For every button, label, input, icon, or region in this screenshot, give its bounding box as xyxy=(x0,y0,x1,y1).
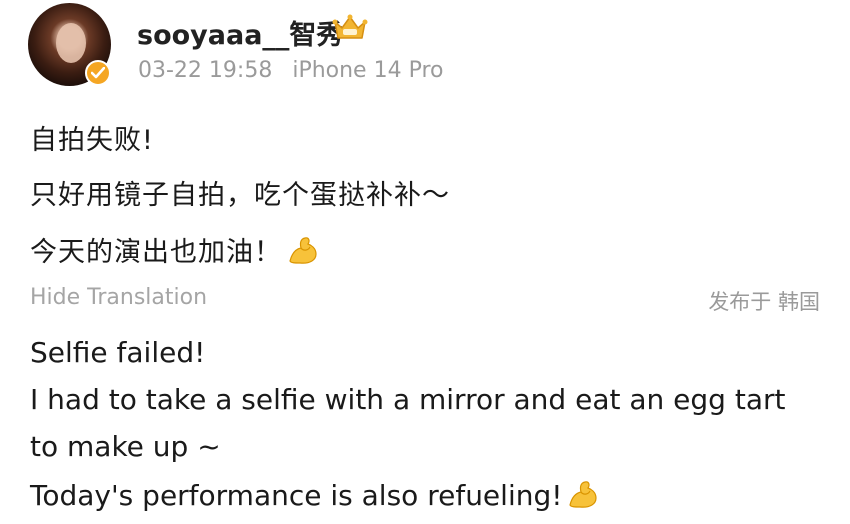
translated-line-4: Today's performance is also refueling! xyxy=(30,477,600,512)
post-device: iPhone 14 Pro xyxy=(292,58,444,83)
original-line-3-text: 今天的演出也加油！ xyxy=(30,237,282,268)
translated-line-3: to make up ~ xyxy=(30,430,221,463)
flexed-biceps-emoji xyxy=(289,237,317,264)
translated-line-4-text: Today's performance is also refueling! xyxy=(30,479,563,512)
flexed-biceps-emoji xyxy=(569,481,598,508)
original-line-1: 自拍失败! xyxy=(30,125,154,156)
hide-translation-button[interactable]: Hide Translation xyxy=(30,285,207,310)
crown-icon[interactable] xyxy=(332,12,368,42)
username[interactable]: sooyaaa__智秀 xyxy=(137,13,343,52)
post-meta: 03-22 19:58 iPhone 14 Pro xyxy=(138,58,443,83)
avatar-face xyxy=(56,23,86,63)
translated-line-2: I had to take a selfie with a mirror and… xyxy=(30,383,786,416)
original-line-2: 只好用镜子自拍，吃个蛋挞补补～ xyxy=(30,180,450,211)
post-timestamp: 03-22 19:58 xyxy=(138,58,273,83)
post-location: 发布于 韩国 xyxy=(708,290,820,314)
translated-line-1: Selfie failed! xyxy=(30,336,206,369)
verified-badge-icon xyxy=(85,60,111,86)
original-line-3: 今天的演出也加油！ xyxy=(30,230,320,269)
